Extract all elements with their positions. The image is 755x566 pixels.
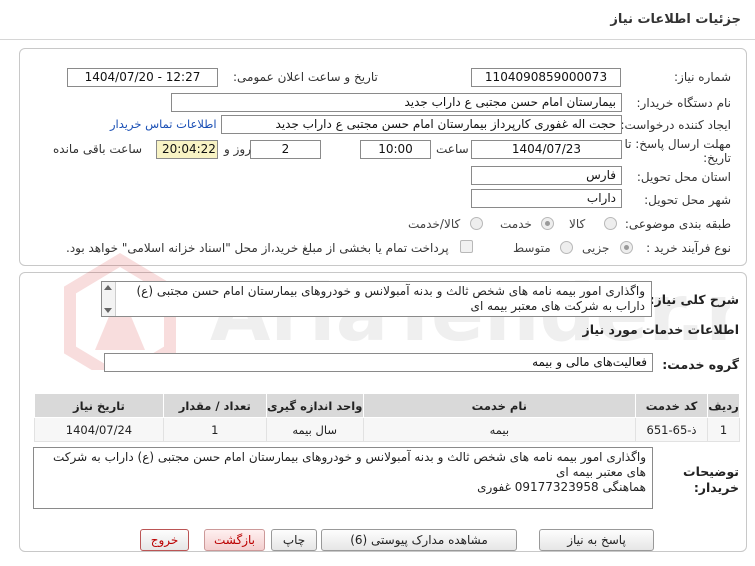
buyer-notes-line-1: واگذاری امور بیمه نامه های شخص ثالث و بد… [53, 450, 646, 464]
col-need-date: تاریخ نیاز [34, 393, 164, 418]
description-label: شرح کلی نیاز: [649, 292, 739, 307]
services-table-header: ردیف کد خدمت نام خدمت واحد اندازه گیری ت… [34, 393, 740, 418]
buyer-notes-label-2: خریدار: [693, 480, 739, 495]
buyer-notes-label: توضیحات [683, 464, 739, 479]
need-number-field: 1104090859000073 [471, 68, 621, 87]
deadline-label: مهلت ارسال پاسخ: تا [624, 137, 731, 151]
category-label: طبقه بندی موضوعی: [624, 217, 731, 231]
deadline-time-label: ساعت [436, 142, 469, 156]
category-radio-goods[interactable] [604, 217, 617, 230]
description-scrollbar[interactable] [102, 282, 116, 316]
cell-quantity: 1 [162, 417, 267, 442]
cell-unit: سال بیمه [265, 417, 364, 442]
category-option-service: خدمت [500, 217, 532, 231]
buyer-contact-link[interactable]: اطلاعات تماس خریدار [110, 117, 217, 131]
page-header: جزئیات اطلاعات نیاز [0, 0, 755, 40]
city-label: شهر محل تحویل: [644, 193, 731, 207]
buyer-notes-line-3: هماهنگی 09177323958 غفوری [477, 480, 646, 494]
description-textarea[interactable]: واگذاری امور بیمه نامه های شخص ثالث و بد… [101, 281, 652, 317]
category-option-goods-service: کالا/خدمت [408, 217, 461, 231]
buyer-org-field: بیمارستان امام حسن مجتبی ع داراب جدید [171, 93, 622, 112]
buyer-org-label: نام دستگاه خریدار: [636, 96, 732, 110]
col-service-code: کد خدمت [635, 393, 709, 418]
description-line-2: داراب به شرکت های معتبر بیمه ای [470, 299, 645, 313]
cell-need-date: 1404/07/24 [34, 417, 164, 442]
print-button[interactable]: چاپ [271, 529, 317, 551]
need-number-label: شماره نیاز: [674, 70, 731, 84]
process-option-medium: متوسط [513, 241, 551, 255]
process-radio-minor[interactable] [620, 241, 633, 254]
announce-date-label: تاریخ و ساعت اعلان عمومی: [233, 70, 378, 84]
reply-to-need-button[interactable]: پاسخ به نیاز [539, 529, 654, 551]
city-field: داراب [471, 189, 622, 208]
category-radio-service[interactable] [541, 217, 554, 230]
cell-service-code: ذ-65-651 [635, 417, 709, 442]
services-section-title: اطلاعات خدمات مورد نیاز [582, 322, 740, 337]
table-row: 1 ذ-65-651 بیمه سال بیمه 1 1404/07/24 [34, 417, 740, 442]
service-group-field: فعالیت‌های مالی و بیمه [104, 353, 653, 372]
col-unit: واحد اندازه گیری [265, 393, 364, 418]
cell-row: 1 [707, 417, 740, 442]
cell-service-name: بیمه [362, 417, 637, 442]
category-radio-goods-service[interactable] [470, 217, 483, 230]
page-title: جزئیات اطلاعات نیاز [610, 12, 741, 27]
requester-label: ایجاد کننده درخواست: [620, 118, 731, 132]
services-table: ردیف کد خدمت نام خدمت واحد اندازه گیری ت… [34, 393, 740, 442]
exit-button[interactable]: خروج [140, 529, 189, 551]
col-service-name: نام خدمت [362, 393, 637, 418]
remaining-time-label: ساعت باقی مانده [53, 142, 143, 156]
col-quantity: تعداد / مقدار [162, 393, 267, 418]
province-field: فارس [471, 166, 622, 185]
category-option-goods: کالا [569, 217, 586, 231]
deadline-date-field: 1404/07/23 [471, 140, 622, 159]
process-type-label: نوع فرآیند خرید : [646, 241, 731, 255]
process-option-minor: جزیی [582, 241, 610, 255]
days-remaining-field: 2 [250, 140, 321, 159]
description-line-1: واگذاری امور بیمه نامه های شخص ثالث و بد… [136, 284, 646, 298]
remaining-time-field: 20:04:22 [156, 140, 218, 159]
buyer-notes-line-2: های معتبر بیمه ای [556, 465, 646, 479]
back-button[interactable]: بازگشت [204, 529, 265, 551]
treasury-payment-note: پرداخت تمام یا بخشی از مبلغ خرید،از محل … [66, 241, 449, 255]
deadline-label-date: تاریخ: [703, 151, 731, 165]
col-row: ردیف [707, 393, 740, 418]
treasury-payment-checkbox[interactable] [460, 240, 473, 253]
deadline-time-field: 10:00 [360, 140, 431, 159]
buyer-notes-textarea[interactable]: واگذاری امور بیمه نامه های شخص ثالث و بد… [33, 447, 653, 509]
view-attachments-button[interactable]: مشاهده مدارک پیوستی (6) [321, 529, 517, 551]
days-label: روز و [224, 142, 251, 156]
process-radio-medium[interactable] [560, 241, 573, 254]
announce-date-field: 1404/07/20 - 12:27 [67, 68, 218, 87]
service-group-label: گروه خدمت: [662, 357, 739, 372]
province-label: استان محل تحویل: [636, 170, 731, 184]
requester-field: حجت اله غفوری کارپرداز بیمارستان امام حس… [221, 115, 622, 134]
